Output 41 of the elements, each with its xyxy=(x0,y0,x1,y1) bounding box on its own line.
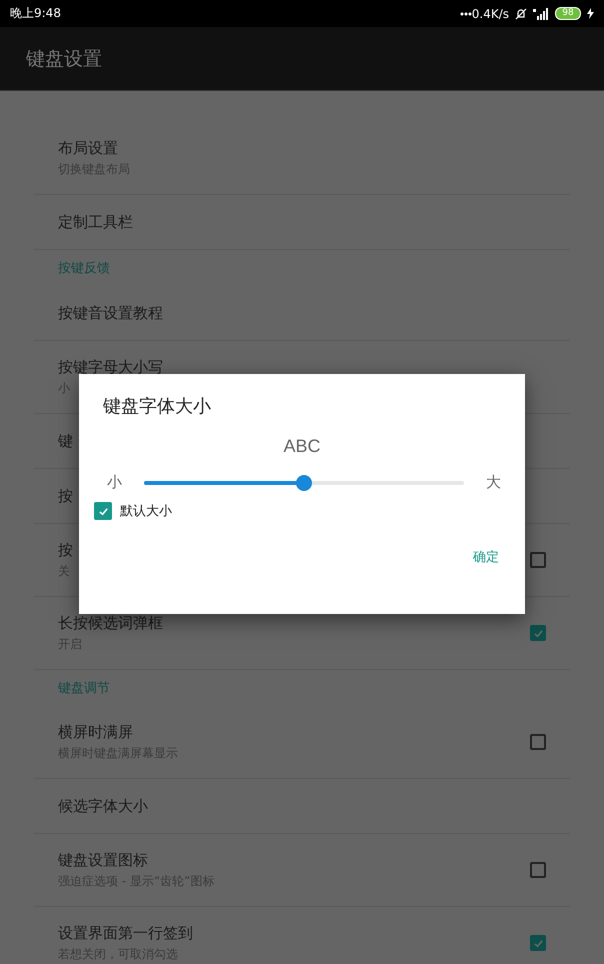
setting-title: 定制工具栏 xyxy=(58,212,133,232)
check-icon xyxy=(532,938,544,948)
setting-title: 键盘设置图标 xyxy=(58,850,148,870)
setting-title: 候选字体大小 xyxy=(58,796,148,816)
ok-button[interactable]: 确定 xyxy=(467,542,505,572)
setting-title: 键 xyxy=(58,432,73,450)
setting-title: 按键音设置教程 xyxy=(58,304,163,322)
checkbox[interactable] xyxy=(94,502,112,520)
setting-title: 设置界面第一行签到 xyxy=(58,924,193,942)
checkbox[interactable] xyxy=(530,862,546,878)
settings-row[interactable]: 候选字体大小 xyxy=(34,779,570,834)
setting-title: 按键字母大小写 xyxy=(58,358,163,376)
checkbox[interactable] xyxy=(530,625,546,641)
checkbox-label: 默认大小 xyxy=(120,503,172,520)
min-label: 小 xyxy=(107,473,122,492)
mute-bell-icon xyxy=(515,8,527,20)
section-header: 按键反馈 xyxy=(57,260,111,278)
setting-title: 按 xyxy=(58,540,73,560)
setting-title: 布局设置 xyxy=(58,138,118,158)
dialog-title: 键盘字体大小 xyxy=(103,395,212,418)
checkbox[interactable] xyxy=(530,552,546,568)
signal-icon xyxy=(533,8,549,20)
dots-icon xyxy=(460,12,472,16)
settings-row[interactable]: 定制工具栏 xyxy=(34,195,570,250)
settings-row[interactable]: 按键音设置教程 xyxy=(34,286,570,341)
section-header: 键盘调节 xyxy=(57,680,111,698)
max-label: 大 xyxy=(486,473,501,492)
charging-icon xyxy=(587,8,594,19)
app-bar-title: 键盘设置 xyxy=(26,46,102,72)
setting-title: 横屏时满屏 xyxy=(58,722,133,742)
check-icon xyxy=(532,628,544,638)
checkbox[interactable] xyxy=(530,935,546,951)
slider-thumb[interactable] xyxy=(296,474,312,490)
status-time: 晚上9:48 xyxy=(10,5,61,22)
checkbox[interactable] xyxy=(530,734,546,750)
font-preview: ABC xyxy=(283,436,320,457)
check-icon xyxy=(98,506,108,516)
network-speed: 0.4K/s xyxy=(472,6,509,20)
setting-title: 按 xyxy=(58,486,73,506)
battery-icon: 98 xyxy=(555,7,581,20)
setting-title: 长按候选词弹框 xyxy=(58,614,163,632)
